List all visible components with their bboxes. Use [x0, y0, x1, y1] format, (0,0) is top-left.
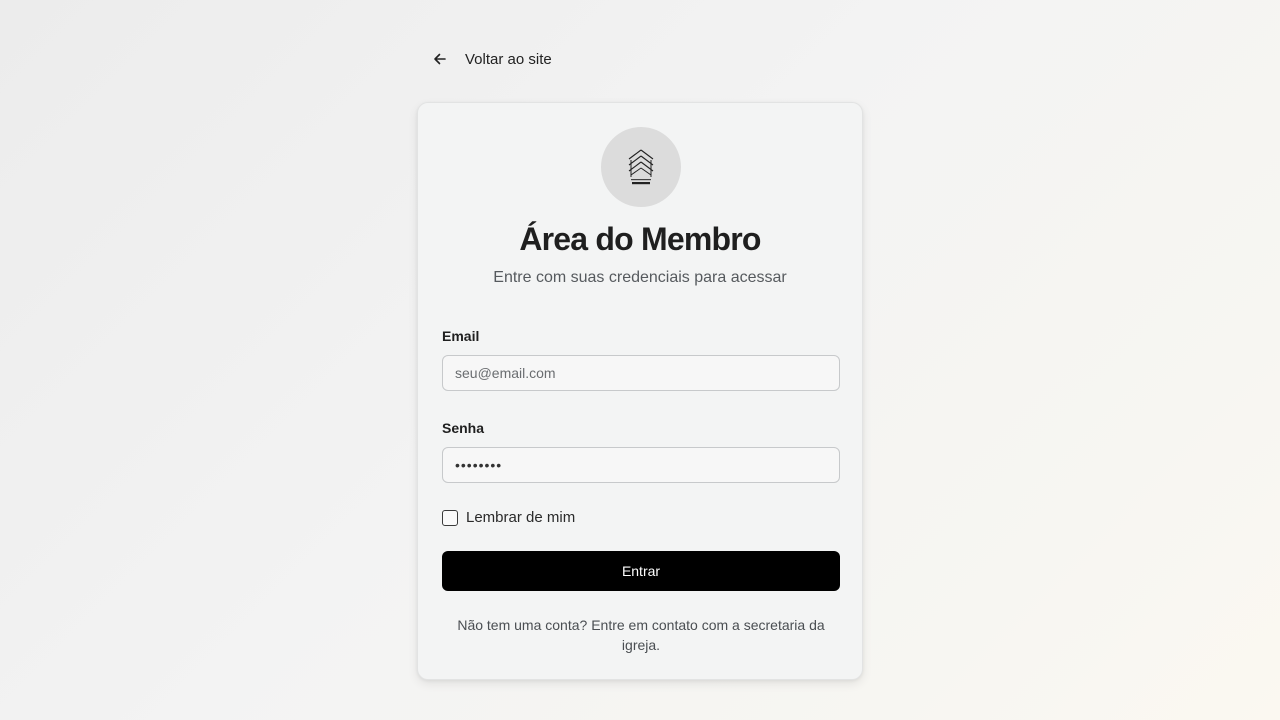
back-to-site-link[interactable]: Voltar ao site [431, 48, 552, 70]
password-label: Senha [442, 420, 485, 436]
email-label: Email [442, 328, 480, 344]
remember-me-checkbox[interactable] [442, 509, 458, 526]
password-field[interactable] [442, 447, 840, 483]
login-button[interactable]: Entrar [442, 551, 840, 591]
page-subtitle: Entre com suas credenciais para acessar [493, 269, 787, 286]
remember-me-label: Lembrar de mim [466, 509, 576, 526]
church-logo-icon [601, 127, 681, 207]
remember-me-control[interactable]: Lembrar de mim [442, 509, 575, 526]
signup-help-text: Não tem uma conta? Entre em contato com … [457, 617, 825, 653]
page-title: Área do Membro [519, 221, 761, 257]
login-card: Área do Membro Entre com suas credenciai… [417, 102, 863, 680]
email-field[interactable] [442, 355, 840, 391]
back-link-label: Voltar ao site [465, 50, 552, 68]
arrow-left-icon [431, 50, 449, 68]
